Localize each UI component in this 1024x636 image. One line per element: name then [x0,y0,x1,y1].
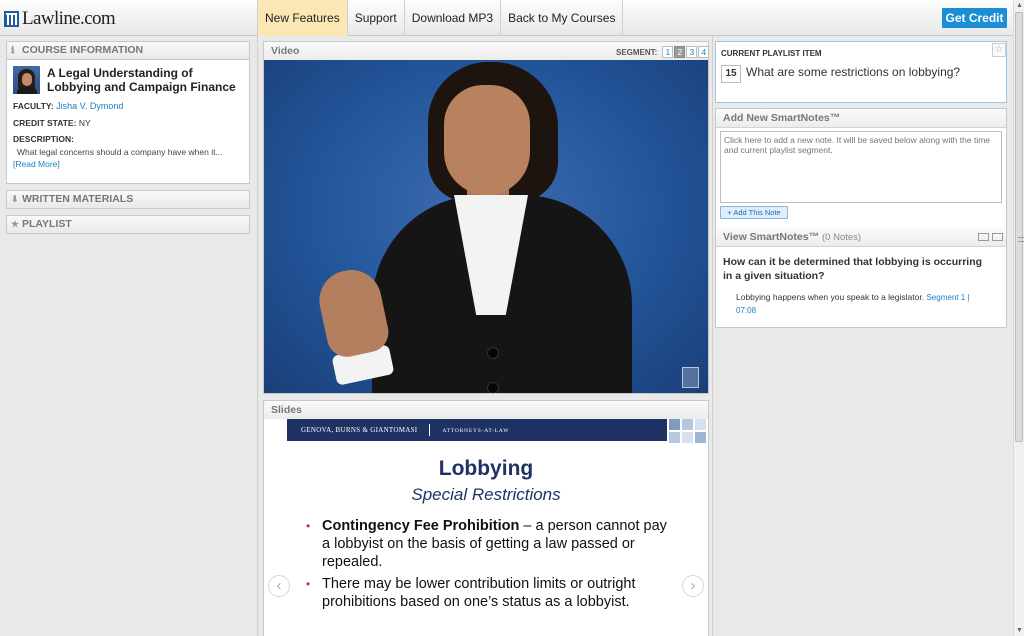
slide-bullet-text: There may be lower contribution limits o… [322,576,636,610]
segment-label: SEGMENT: [616,47,658,57]
column-divider [257,36,258,636]
chevron-left-icon: ‹ [276,577,282,594]
note-answer: Lobbying happens when you speak to a leg… [736,291,986,317]
course-info-header[interactable]: ℹ COURSE INFORMATION [6,41,250,60]
view-smartnotes-header: View SmartNotes™ (0 Notes) [716,228,1006,247]
scroll-down-icon[interactable]: ▼ [1016,627,1023,634]
slide-firm-name: GENOVA, BURNS & GIANTOMASI [301,426,418,434]
scroll-up-icon[interactable]: ▲ [1016,2,1023,9]
slides-header: Slides [264,401,708,420]
email-icon[interactable] [978,233,989,241]
slide-bullet-bold: Contingency Fee Prohibition [322,518,520,534]
nav-new-features[interactable]: New Features [257,0,347,36]
star-icon: ☆ [994,44,1004,55]
slide-view: GENOVA, BURNS & GIANTOMASI ATTORNEYS-AT-L… [264,419,708,636]
credit-state-value: NY [78,118,91,128]
slide-firm-band: GENOVA, BURNS & GIANTOMASI ATTORNEYS-AT-L… [287,419,667,441]
lawline-logo[interactable]: Lawline.com [4,8,116,29]
slide-bullet: • Contingency Fee Prohibition – a person … [306,518,667,570]
view-smartnotes-title: View SmartNotes™ [723,231,820,243]
note-answer-text: Lobbying happens when you speak to a leg… [736,292,925,302]
slide-bullet: • There may be lower contribution limits … [306,576,636,610]
lawline-watermark-icon [682,367,699,388]
nav-back-to-courses[interactable]: Back to My Courses [500,0,624,36]
faculty-row: FACULTY: Jisha V. Dymond [13,101,123,111]
star-icon: ★ [11,219,20,229]
logo-text: Lawline.com [22,8,116,29]
segment-4-button[interactable]: 4 [698,46,710,58]
segment-selector: SEGMENT: 1 2 3 4 [616,46,710,58]
next-slide-button[interactable]: › [682,575,704,597]
favorite-star-button[interactable]: ☆ [992,43,1006,57]
segment-1-button[interactable]: 1 [662,46,674,58]
course-info-panel: A Legal Understanding of Lobbying and Ca… [6,60,250,184]
current-playlist-item: CURRENT PLAYLIST ITEM 15 What are some r… [715,41,1007,103]
previous-slide-button[interactable]: ‹ [268,575,290,597]
add-smartnotes-header: Add New SmartNotes™ [716,109,1006,128]
top-nav: New Features Support Download MP3 Back t… [257,0,624,36]
slide-subtitle: Special Restrictions [411,485,561,504]
scroll-thumb[interactable] [1015,12,1024,442]
nav-support[interactable]: Support [346,0,404,36]
faculty-avatar [13,66,40,94]
credit-state-label: CREDIT STATE: [13,118,77,128]
new-note-input[interactable] [720,131,1002,203]
slide-firm-tag: ATTORNEYS-AT-LAW [442,428,510,434]
print-icon[interactable] [992,233,1003,241]
notes-count: (0 Notes) [822,232,862,243]
playlist-header[interactable]: ★ PLAYLIST [6,215,250,234]
playlist-item-number: 15 [721,65,741,83]
note-question: How can it be determined that lobbying i… [723,256,983,282]
video-player[interactable] [264,60,708,393]
column-divider [712,36,713,636]
current-playlist-label: CURRENT PLAYLIST ITEM [721,49,822,58]
written-materials-header[interactable]: ⬇ WRITTEN MATERIALS [6,190,250,209]
add-note-button[interactable]: + Add This Note [720,206,788,219]
top-bar: Lawline.com New Features Support Downloa… [0,0,1013,36]
description-text: What legal concerns should a company hav… [17,147,223,157]
faculty-link[interactable]: Jisha V. Dymond [56,101,123,111]
faculty-label: FACULTY: [13,101,54,111]
credit-state-row: CREDIT STATE: NY [13,118,91,128]
page-scrollbar[interactable]: ▲ ▼ [1013,0,1024,636]
slide-tiles-graphic [669,419,707,443]
chevron-right-icon: › [690,577,696,594]
segment-3-button[interactable]: 3 [686,46,698,58]
columns-icon [4,11,19,27]
description-label: DESCRIPTION: [13,134,74,144]
segment-2-button[interactable]: 2 [674,46,686,58]
read-more-link[interactable]: [Read More] [13,159,60,169]
course-title: A Legal Understanding of Lobbying and Ca… [47,66,236,94]
get-credit-button[interactable]: Get Credit [942,8,1007,28]
playlist-item-question: What are some restrictions on lobbying? [746,65,961,79]
download-icon: ⬇ [11,194,19,204]
nav-download-mp3[interactable]: Download MP3 [403,0,500,36]
info-icon: ℹ [11,45,15,55]
slide-title: Lobbying [438,457,534,480]
